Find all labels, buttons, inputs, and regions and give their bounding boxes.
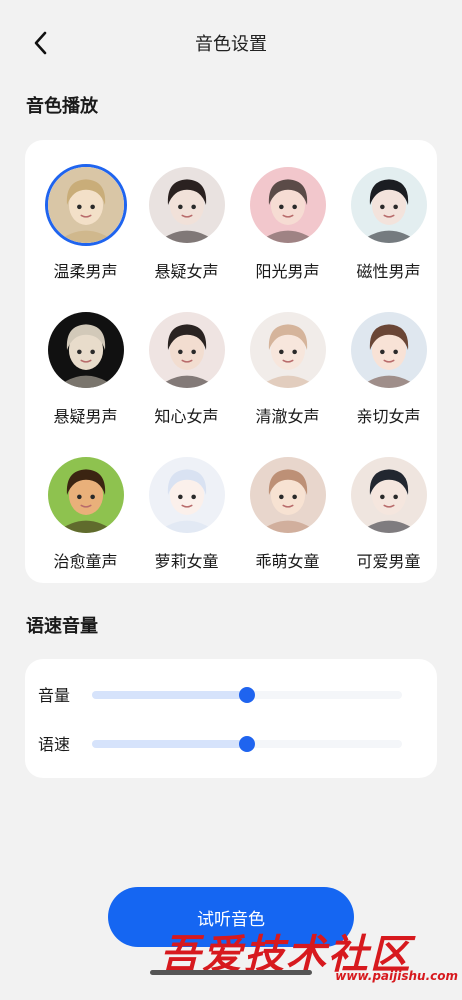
speed-label: 语速 xyxy=(38,735,71,754)
voice-avatar[interactable] xyxy=(146,309,228,391)
voice-name-label: 萝莉女童 xyxy=(154,552,219,571)
speed-row: 语速 xyxy=(38,727,418,757)
voice-name-label: 乖萌女童 xyxy=(255,552,320,571)
volume-slider-thumb[interactable] xyxy=(239,687,255,703)
character-avatar-icon xyxy=(249,457,326,533)
volume-label: 音量 xyxy=(38,686,71,705)
voice-option[interactable]: 萝莉女童 xyxy=(136,454,237,574)
voice-option[interactable]: 治愈童声 xyxy=(35,454,136,574)
voice-avatar[interactable] xyxy=(45,309,127,391)
voice-option[interactable]: 悬疑男声 xyxy=(35,309,136,429)
voice-avatar[interactable] xyxy=(45,454,127,536)
character-avatar-icon xyxy=(148,167,225,243)
character-avatar-icon xyxy=(47,312,124,388)
voice-name-label: 亲切女声 xyxy=(356,407,421,426)
volume-slider-fill xyxy=(92,691,247,699)
voice-option[interactable]: 知心女声 xyxy=(136,309,237,429)
voice-name-label: 温柔男声 xyxy=(53,262,118,281)
voice-option[interactable]: 可爱男童 xyxy=(338,454,439,574)
voice-avatar[interactable] xyxy=(44,164,127,246)
voice-avatar[interactable] xyxy=(348,164,430,246)
section-title-voice: 音色播放 xyxy=(26,96,98,117)
voice-option[interactable]: 悬疑女声 xyxy=(136,164,237,284)
top-bar: 音色设置 xyxy=(0,0,462,84)
voice-option[interactable]: 温柔男声 xyxy=(35,164,136,284)
slider-card: 音量 语速 xyxy=(25,659,437,778)
voice-avatar[interactable] xyxy=(247,309,329,391)
voice-option[interactable]: 亲切女声 xyxy=(338,309,439,429)
voice-avatar[interactable] xyxy=(247,164,329,246)
voice-option[interactable]: 阳光男声 xyxy=(237,164,338,284)
volume-slider[interactable] xyxy=(92,687,402,703)
voice-name-label: 知心女声 xyxy=(154,407,219,426)
voice-grid: 温柔男声 悬疑女声 阳光男声 磁性男声悬疑男声 知心女声 清澈女声 亲切女声治愈童声 萝莉女童… xyxy=(35,164,435,574)
character-avatar-icon xyxy=(249,167,326,243)
voice-option[interactable]: 乖萌女童 xyxy=(237,454,338,574)
character-avatar-icon xyxy=(350,167,427,243)
section-title-speed-volume: 语速音量 xyxy=(26,616,98,637)
home-indicator[interactable] xyxy=(150,970,312,975)
character-avatar-icon xyxy=(350,457,427,533)
voice-name-label: 阳光男声 xyxy=(255,262,320,281)
voice-avatar[interactable] xyxy=(247,454,329,536)
speed-slider-thumb[interactable] xyxy=(239,736,255,752)
character-avatar-icon xyxy=(148,457,225,533)
voice-name-label: 治愈童声 xyxy=(53,552,118,571)
voice-avatar[interactable] xyxy=(348,454,430,536)
character-avatar-icon xyxy=(350,312,427,388)
voice-avatar[interactable] xyxy=(348,309,430,391)
speed-slider-fill xyxy=(92,740,247,748)
volume-row: 音量 xyxy=(38,678,418,708)
character-avatar-icon xyxy=(148,312,225,388)
voice-option[interactable]: 清澈女声 xyxy=(237,309,338,429)
voice-name-label: 悬疑女声 xyxy=(154,262,219,281)
voice-avatar[interactable] xyxy=(146,454,228,536)
voice-option[interactable]: 磁性男声 xyxy=(338,164,439,284)
page-title: 音色设置 xyxy=(195,34,267,55)
character-avatar-icon xyxy=(47,167,124,243)
voice-name-label: 悬疑男声 xyxy=(53,407,118,426)
voice-avatar[interactable] xyxy=(146,164,228,246)
voice-card: 温柔男声 悬疑女声 阳光男声 磁性男声悬疑男声 知心女声 清澈女声 亲切女声治愈童声 萝莉女童… xyxy=(25,140,437,583)
speed-slider[interactable] xyxy=(92,736,402,752)
character-avatar-icon xyxy=(249,312,326,388)
watermark: 吾爱技术社区 www.paijishu.com xyxy=(160,922,460,988)
character-avatar-icon xyxy=(47,457,124,533)
voice-name-label: 可爱男童 xyxy=(356,552,421,571)
voice-name-label: 磁性男声 xyxy=(356,262,421,281)
voice-name-label: 清澈女声 xyxy=(255,407,320,426)
watermark-url: www.paijishu.com xyxy=(335,969,458,983)
